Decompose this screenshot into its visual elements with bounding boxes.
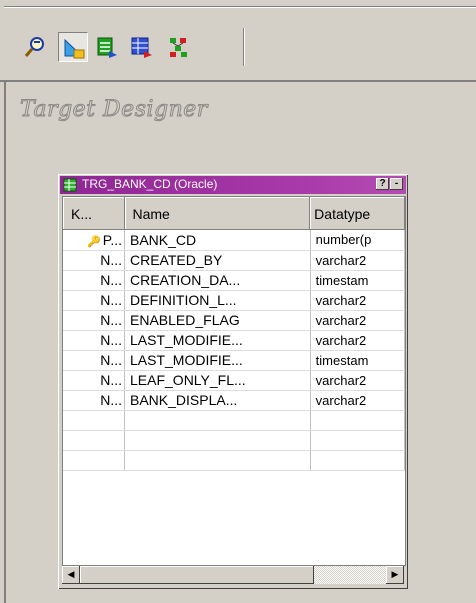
empty-cell (124, 430, 311, 451)
scroll-thumb[interactable] (80, 566, 314, 584)
mapping-designer-icon (170, 38, 187, 57)
table-row[interactable]: N... DEFINITION_L... varchar2 (63, 290, 405, 311)
arrow-right-icon: ▶ (391, 570, 399, 580)
workspace-title: Target Designer (20, 97, 208, 123)
row-key-cell[interactable]: N... (63, 370, 125, 391)
arrow-left-icon: ◀ (67, 570, 75, 580)
row-key-cell[interactable]: 🔑 P... (63, 230, 125, 251)
row-name-cell[interactable]: DEFINITION_L... (124, 290, 311, 311)
row-key-cell[interactable]: N... (63, 310, 125, 331)
table-row[interactable]: N... LEAF_ONLY_FL... varchar2 (63, 370, 405, 391)
row-key-cell[interactable]: N... (63, 290, 125, 311)
table-row[interactable]: 🔑 P... BANK_CD number(p (63, 230, 405, 251)
empty-row (63, 450, 405, 471)
empty-cell (63, 410, 125, 431)
row-key-text: N... (100, 392, 122, 408)
scroll-left-button[interactable]: ◀ (62, 566, 80, 584)
row-datatype-cell[interactable]: varchar2 (310, 310, 405, 331)
primary-key-icon: 🔑 (87, 235, 101, 248)
empty-cell (63, 430, 125, 451)
table-row[interactable]: N... ENABLED_FLAG varchar2 (63, 310, 405, 331)
empty-row (63, 410, 405, 431)
row-name-cell[interactable]: CREATED_BY (124, 250, 311, 271)
mapplet-designer-button[interactable] (126, 32, 156, 62)
empty-cell (124, 450, 311, 471)
toolbar-divider (4, 6, 476, 8)
row-key-text: N... (100, 252, 122, 268)
row-key-text: N... (100, 332, 122, 348)
row-name-cell[interactable]: BANK_CD (124, 230, 311, 251)
columns-grid[interactable]: K... Name Datatype 🔑 P... BANK_CD number(p N… (62, 196, 406, 566)
row-key-cell[interactable]: N... (63, 390, 125, 411)
workspace-border (0, 80, 476, 82)
horizontal-scrollbar[interactable]: ◀ ▶ (62, 566, 404, 584)
column-header-key[interactable]: K... (63, 197, 125, 230)
row-key-cell[interactable]: N... (63, 250, 125, 271)
row-name-cell[interactable]: LEAF_ONLY_FL... (124, 370, 311, 391)
row-key-text: N... (100, 292, 122, 308)
minimize-button[interactable]: - (390, 178, 403, 190)
row-datatype-cell[interactable]: timestam (310, 270, 405, 291)
row-key-text: P... (102, 231, 122, 248)
table-window-titlebar[interactable]: TRG_BANK_CD (Oracle) ? - (60, 176, 406, 194)
row-datatype-cell[interactable]: varchar2 (310, 370, 405, 391)
empty-cell (310, 410, 405, 431)
row-datatype-cell[interactable]: timestam (310, 350, 405, 371)
transformation-developer-button[interactable] (92, 32, 122, 62)
row-datatype-cell[interactable]: varchar2 (310, 390, 405, 411)
row-datatype-cell[interactable]: varchar2 (310, 290, 405, 311)
target-designer-button[interactable] (58, 32, 88, 62)
transformation-developer-icon (97, 37, 117, 58)
table-row[interactable]: N... CREATED_BY varchar2 (63, 250, 405, 271)
empty-cell (310, 430, 405, 451)
table-window-title: TRG_BANK_CD (Oracle) (82, 177, 218, 191)
row-key-text: N... (100, 312, 122, 328)
table-row[interactable]: N... LAST_MODIFIE... timestam (63, 350, 405, 371)
scroll-right-button[interactable]: ▶ (386, 566, 404, 584)
grid-header-row: K... Name Datatype (63, 197, 405, 230)
source-analyzer-icon (24, 37, 44, 57)
row-name-cell[interactable]: BANK_DISPLA... (124, 390, 311, 411)
source-analyzer-button[interactable] (20, 32, 50, 62)
row-name-cell[interactable]: LAST_MODIFIE... (124, 330, 311, 351)
row-key-cell[interactable]: N... (63, 330, 125, 351)
row-key-cell[interactable]: N... (63, 270, 125, 291)
row-datatype-cell[interactable]: number(p (310, 230, 405, 251)
help-button[interactable]: ? (376, 178, 389, 190)
empty-cell (63, 450, 125, 471)
row-name-cell[interactable]: ENABLED_FLAG (124, 310, 311, 331)
row-datatype-cell[interactable]: varchar2 (310, 250, 405, 271)
column-header-name[interactable]: Name (124, 197, 311, 230)
target-designer-icon (64, 38, 85, 59)
row-key-text: N... (100, 372, 122, 388)
target-table-icon (63, 178, 77, 192)
column-header-datatype[interactable]: Datatype (310, 197, 405, 230)
workspace-border-left (4, 80, 6, 603)
empty-cell (310, 450, 405, 471)
table-row[interactable]: N... CREATION_DA... timestam (63, 270, 405, 291)
table-row[interactable]: N... LAST_MODIFIE... varchar2 (63, 330, 405, 351)
mapplet-designer-icon (131, 37, 152, 58)
empty-cell (124, 410, 311, 431)
row-name-cell[interactable]: LAST_MODIFIE... (124, 350, 311, 371)
row-name-cell[interactable]: CREATION_DA... (124, 270, 311, 291)
mapping-designer-button[interactable] (164, 32, 194, 62)
empty-row (63, 430, 405, 451)
table-row[interactable]: N... BANK_DISPLA... varchar2 (63, 390, 405, 411)
row-datatype-cell[interactable]: varchar2 (310, 330, 405, 351)
row-key-text: N... (100, 352, 122, 368)
row-key-text: N... (100, 272, 122, 288)
toolbar-separator (243, 28, 245, 66)
row-key-cell[interactable]: N... (63, 350, 125, 371)
